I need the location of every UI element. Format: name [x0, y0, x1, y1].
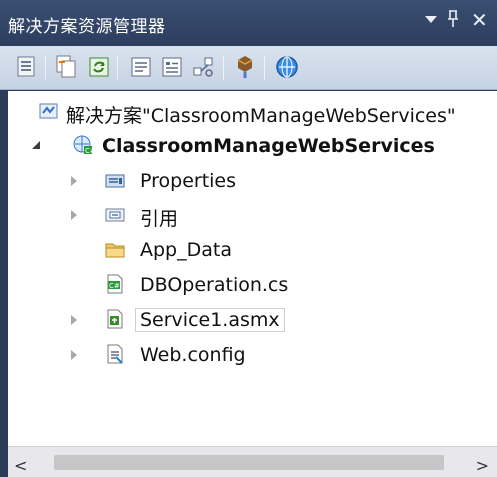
tree-item-references[interactable]: 引用 [8, 199, 497, 230]
solution-explorer-panel: 解决方案资源管理器 ✕ 解决方案"ClassroomManageWebServi… [0, 0, 497, 477]
svg-text:C#: C# [109, 282, 120, 290]
tree-item-label: App_Data [140, 239, 232, 261]
view-designer-icon[interactable] [159, 54, 185, 80]
expand-arrow-icon[interactable] [71, 210, 77, 220]
asmx-file-icon [104, 308, 126, 330]
tree-item-label: Service1.asmx [135, 308, 285, 332]
tree-item-app-data[interactable]: App_Data [8, 234, 497, 264]
refresh-icon[interactable] [86, 54, 112, 80]
toolbar-separator [223, 56, 224, 80]
expand-arrow-icon[interactable] [71, 315, 77, 325]
toolbar-separator [117, 56, 118, 80]
close-icon[interactable]: ✕ [471, 8, 488, 32]
horizontal-scrollbar[interactable]: < > [8, 446, 497, 477]
expand-arrow-icon[interactable] [71, 350, 77, 360]
tree-item-web-config[interactable]: Web.config [8, 339, 497, 369]
tree-item-properties[interactable]: Properties [8, 165, 497, 195]
collapse-arrow-icon[interactable] [32, 141, 40, 149]
svg-text:C#: C# [85, 147, 94, 155]
project-label: ClassroomManageWebServices [102, 135, 435, 157]
tree-item-label: 引用 [140, 208, 179, 230]
panel-title: 解决方案资源管理器 [8, 17, 166, 37]
tree-item-label: Properties [140, 170, 237, 192]
properties-folder-icon [104, 169, 126, 191]
solution-label: 解决方案"ClassroomManageWebServices" [66, 105, 456, 127]
scrollbar-thumb[interactable] [54, 455, 444, 470]
solution-tree[interactable]: 解决方案"ClassroomManageWebServices" C# Clas… [8, 91, 497, 446]
tree-item-label: DBOperation.cs [140, 274, 289, 296]
window-position-dropdown-icon[interactable] [425, 16, 437, 23]
config-file-icon [104, 343, 126, 365]
toolbar-separator [264, 56, 265, 80]
tree-project-node[interactable]: C# ClassroomManageWebServices [8, 130, 497, 160]
scroll-left-arrow-icon[interactable]: < [14, 456, 27, 475]
tree-item-label: Web.config [140, 344, 246, 366]
toolbar-separator [45, 56, 46, 80]
folder-icon [104, 238, 126, 260]
asp-net-config-icon[interactable] [274, 54, 300, 80]
view-code-icon[interactable] [128, 54, 154, 80]
solution-icon [38, 100, 60, 122]
properties-icon[interactable] [14, 54, 40, 80]
solution-explorer-toolbar [0, 46, 497, 90]
copy-website-icon[interactable] [232, 54, 258, 80]
panel-title-bar[interactable]: 解决方案资源管理器 ✕ [0, 0, 497, 46]
class-diagram-icon[interactable] [190, 54, 216, 80]
tree-solution-node[interactable]: 解决方案"ClassroomManageWebServices" [8, 96, 497, 127]
web-project-icon: C# [72, 134, 96, 156]
scroll-right-arrow-icon[interactable]: > [476, 456, 489, 475]
csharp-file-icon: C# [104, 273, 126, 295]
tree-item-service1[interactable]: Service1.asmx [8, 304, 497, 334]
references-icon [104, 203, 126, 225]
tree-item-dboperation[interactable]: C# DBOperation.cs [8, 269, 497, 299]
show-all-files-icon[interactable] [54, 54, 80, 80]
pin-icon[interactable] [446, 10, 460, 33]
expand-arrow-icon[interactable] [71, 176, 77, 186]
